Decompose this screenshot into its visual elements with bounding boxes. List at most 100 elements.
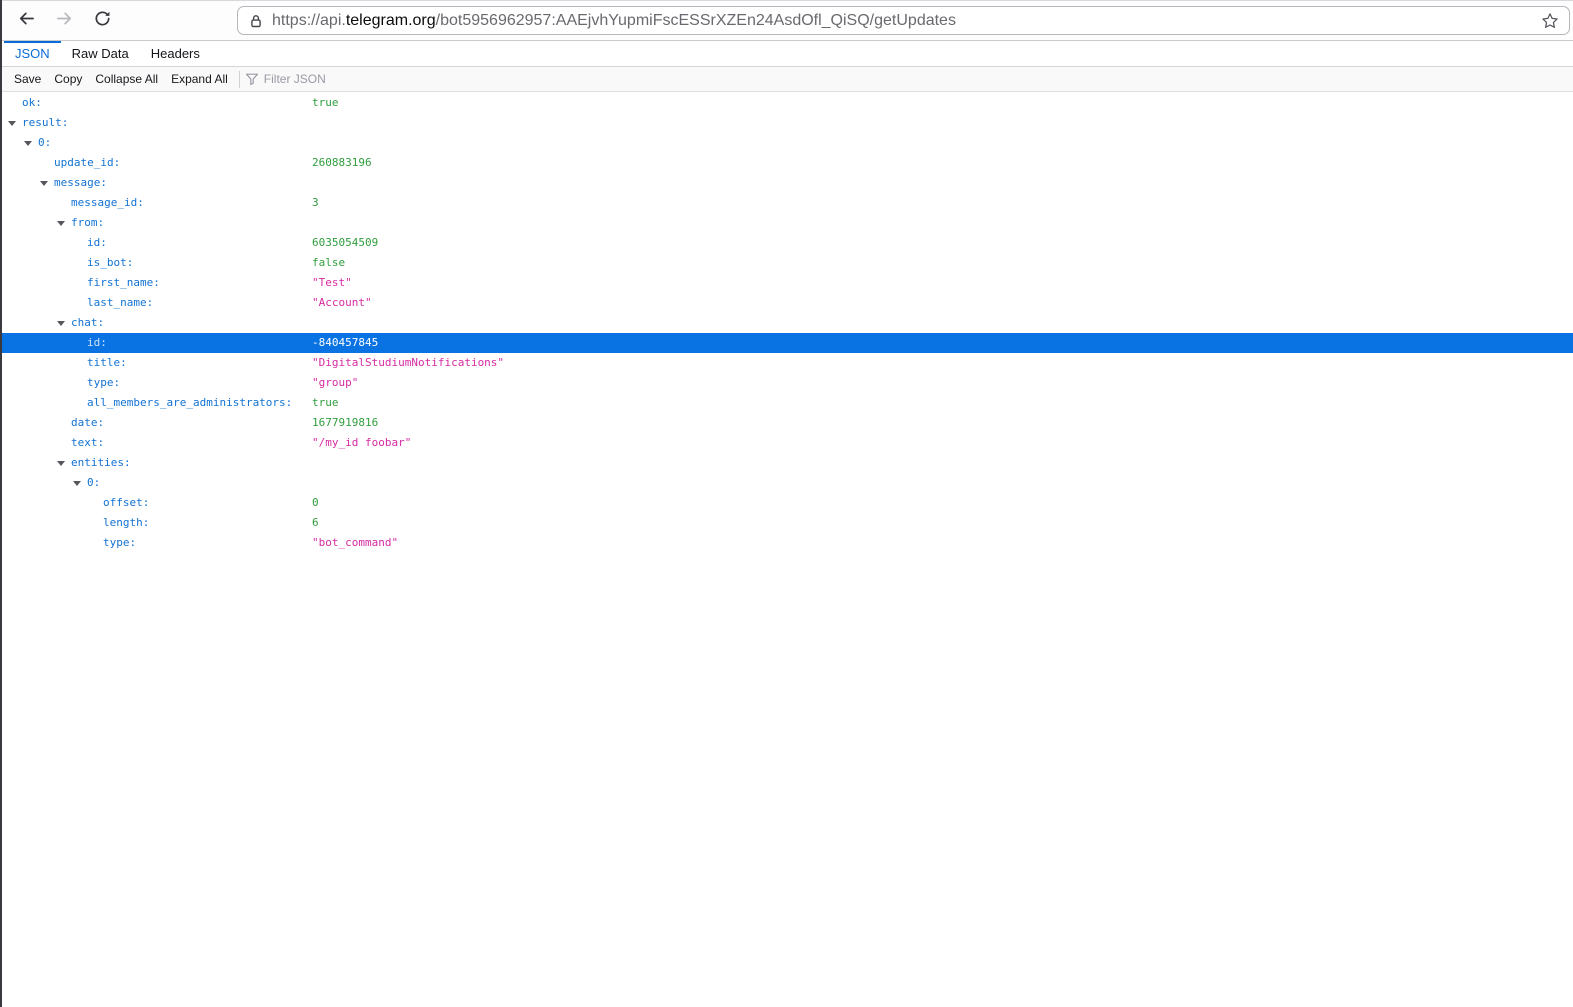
json-key: message:: [54, 173, 107, 193]
filter-box: [245, 72, 404, 86]
save-button[interactable]: Save: [14, 72, 41, 86]
url-prefix: https://api.: [272, 12, 346, 29]
json-value: 260883196: [312, 153, 372, 173]
json-row[interactable]: last_name: "Account": [2, 293, 1573, 313]
tab-raw-data[interactable]: Raw Data: [61, 41, 140, 66]
forward-arrow-icon: [56, 10, 73, 32]
expand-arrow-icon[interactable]: [57, 321, 65, 326]
expand-arrow-icon[interactable]: [57, 221, 65, 226]
json-value: "bot_command": [312, 533, 398, 553]
json-key: date:: [71, 413, 104, 433]
tab-json[interactable]: JSON: [4, 41, 61, 66]
json-row[interactable]: all_members_are_administrators: true: [2, 393, 1573, 413]
json-value: 6: [312, 513, 319, 533]
json-value: 0: [312, 493, 319, 513]
json-row[interactable]: text: "/my_id foobar": [2, 433, 1573, 453]
json-key: first_name:: [87, 273, 160, 293]
json-row[interactable]: update_id: 260883196: [2, 153, 1573, 173]
json-key: length:: [103, 513, 149, 533]
json-row[interactable]: first_name: "Test": [2, 273, 1573, 293]
expand-arrow-icon[interactable]: [40, 181, 48, 186]
json-key: ok:: [22, 93, 42, 113]
json-row[interactable]: offset: 0: [2, 493, 1573, 513]
url-path: /bot5956962957:AAEjvhYupmiFscESSrXZEn24A…: [436, 12, 956, 29]
browser-window: https://api.telegram.org/bot5956962957:A…: [0, 0, 1573, 1007]
bookmark-star-icon: [1541, 12, 1559, 30]
filter-json-input[interactable]: [264, 72, 404, 86]
json-row[interactable]: type: "group": [2, 373, 1573, 393]
json-key: message_id:: [71, 193, 144, 213]
json-key: type:: [103, 533, 136, 553]
json-value: 1677919816: [312, 413, 378, 433]
json-row[interactable]: chat:: [2, 313, 1573, 333]
filter-funnel-icon: [245, 72, 259, 86]
json-row[interactable]: id: 6035054509: [2, 233, 1573, 253]
json-viewer-tab-bar: JSON Raw Data Headers: [2, 41, 1573, 67]
lock-icon[interactable]: [248, 13, 264, 29]
tab-headers[interactable]: Headers: [140, 41, 211, 66]
url-bar[interactable]: https://api.telegram.org/bot5956962957:A…: [237, 6, 1570, 35]
json-key: title:: [87, 353, 127, 373]
json-key: text:: [71, 433, 104, 453]
json-key: type:: [87, 373, 120, 393]
json-row[interactable]: ok: true: [2, 93, 1573, 113]
json-row[interactable]: id: -840457845: [2, 333, 1573, 353]
json-row[interactable]: 0:: [2, 133, 1573, 153]
json-key: chat:: [71, 313, 104, 333]
json-row[interactable]: 0:: [2, 473, 1573, 493]
json-value: true: [312, 393, 339, 413]
json-toolbar: Save Copy Collapse All Expand All: [2, 67, 1573, 92]
json-value: true: [312, 93, 339, 113]
bookmark-star-button[interactable]: [1541, 12, 1559, 30]
json-value: "Test": [312, 273, 352, 293]
expand-arrow-icon[interactable]: [24, 141, 32, 146]
json-value: "DigitalStudiumNotifications": [312, 353, 504, 373]
url-domain: telegram.org: [346, 12, 436, 29]
json-key: result:: [22, 113, 68, 133]
nav-buttons: [2, 7, 116, 35]
url-text: https://api.telegram.org/bot5956962957:A…: [272, 12, 956, 30]
json-value: -840457845: [312, 333, 378, 353]
json-value: "/my_id foobar": [312, 433, 411, 453]
json-key: entities:: [71, 453, 131, 473]
json-row[interactable]: message:: [2, 173, 1573, 193]
json-key: id:: [87, 233, 107, 253]
json-key: 0:: [38, 133, 51, 153]
json-key: last_name:: [87, 293, 153, 313]
expand-all-button[interactable]: Expand All: [171, 72, 228, 86]
json-value: false: [312, 253, 345, 273]
json-key: id:: [87, 333, 107, 353]
json-key: 0:: [87, 473, 100, 493]
json-key: from:: [71, 213, 104, 233]
json-row[interactable]: is_bot: false: [2, 253, 1573, 273]
copy-button[interactable]: Copy: [54, 72, 82, 86]
json-row[interactable]: date: 1677919816: [2, 413, 1573, 433]
reload-icon: [94, 10, 111, 32]
json-value: "group": [312, 373, 358, 393]
json-row[interactable]: message_id: 3: [2, 193, 1573, 213]
json-key: is_bot:: [87, 253, 133, 273]
forward-button[interactable]: [50, 7, 78, 35]
json-value: "Account": [312, 293, 372, 313]
json-key: update_id:: [54, 153, 120, 173]
json-row[interactable]: type: "bot_command": [2, 533, 1573, 553]
back-arrow-icon: [18, 10, 35, 32]
expand-arrow-icon[interactable]: [8, 121, 16, 126]
json-value: 6035054509: [312, 233, 378, 253]
toolbar-separator: [239, 71, 240, 88]
expand-arrow-icon[interactable]: [73, 481, 81, 486]
json-row[interactable]: title: "DigitalStudiumNotifications": [2, 353, 1573, 373]
json-row[interactable]: from:: [2, 213, 1573, 233]
json-row[interactable]: entities:: [2, 453, 1573, 473]
collapse-all-button[interactable]: Collapse All: [95, 72, 158, 86]
reload-button[interactable]: [88, 7, 116, 35]
json-key: offset:: [103, 493, 149, 513]
browser-toolbar: https://api.telegram.org/bot5956962957:A…: [2, 0, 1573, 41]
json-value: 3: [312, 193, 319, 213]
json-row[interactable]: length: 6: [2, 513, 1573, 533]
back-button[interactable]: [12, 7, 40, 35]
expand-arrow-icon[interactable]: [57, 461, 65, 466]
json-row[interactable]: result:: [2, 113, 1573, 133]
json-tree: ok:trueresult:0:update_id:260883196messa…: [2, 92, 1573, 553]
json-key: all_members_are_administrators:: [87, 393, 292, 413]
